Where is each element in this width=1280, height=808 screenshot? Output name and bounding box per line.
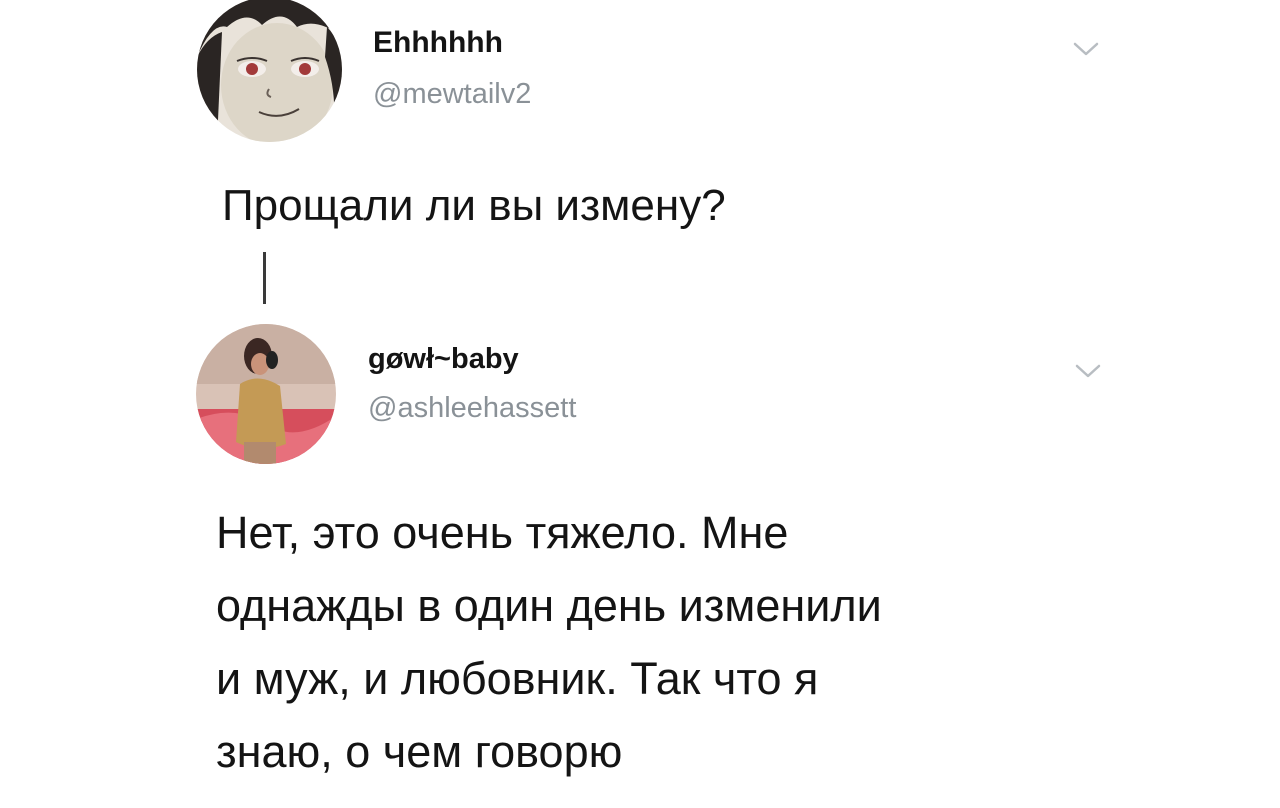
handle[interactable]: @ashleehassett (368, 392, 576, 425)
thread-connector (263, 252, 266, 304)
tweet-original: Ehhhhhh @mewtailv2 Прощали ли вы измену? (0, 0, 1280, 260)
tweet-text-line: и муж, и любовник. Так что я (216, 653, 819, 704)
avatar[interactable] (197, 0, 342, 142)
tweet-reply: gøwł~baby @ashleehassett Нет, это очень … (0, 300, 1280, 808)
chevron-down-icon[interactable] (1072, 40, 1100, 58)
display-name[interactable]: Ehhhhhh (373, 26, 503, 60)
tweet-text-line: однажды в один день изменили (216, 580, 882, 631)
tweet-text: Нет, это очень тяжело. Мне однажды в оди… (216, 496, 882, 788)
tweet-text: Прощали ли вы измену? (222, 171, 726, 241)
tweet-text-line: знаю, о чем говорю (216, 726, 623, 777)
tweet-text-line: Прощали ли вы измену? (222, 181, 726, 230)
handle[interactable]: @mewtailv2 (373, 78, 531, 111)
chevron-down-icon[interactable] (1074, 362, 1102, 380)
display-name[interactable]: gøwł~baby (368, 343, 519, 376)
photo-avatar-icon (196, 324, 336, 464)
avatar[interactable] (196, 324, 336, 464)
anime-avatar-icon (197, 0, 342, 142)
tweet-text-line: Нет, это очень тяжело. Мне (216, 507, 789, 558)
tweet-thread: Ehhhhhh @mewtailv2 Прощали ли вы измену? (0, 0, 1280, 808)
